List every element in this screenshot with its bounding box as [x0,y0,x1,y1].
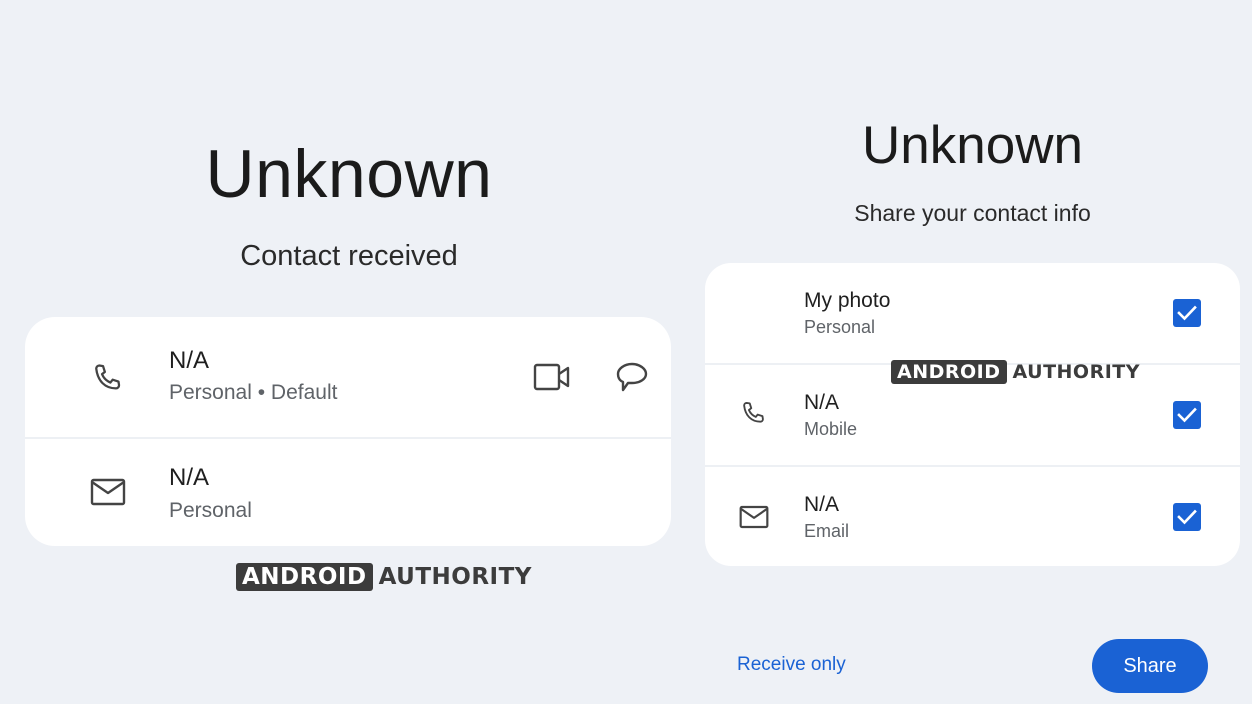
photo-checkbox[interactable] [1173,299,1201,327]
share-item-email[interactable]: N/A Email [705,467,1240,566]
left-contact-subtitle: Contact received [240,240,458,272]
check-icon [1177,509,1197,525]
share-item-my-photo[interactable]: My photo Personal [705,263,1240,363]
email-checkbox[interactable] [1173,503,1201,531]
watermark-boxed-text: ANDROID [236,563,373,591]
message-icon[interactable] [611,357,653,397]
share-button[interactable]: Share [1092,639,1208,693]
share-item-detail: Email [804,521,850,541]
watermark-logo: ANDROID AUTHORITY [891,360,1140,384]
watermark-logo: ANDROID AUTHORITY [236,563,532,591]
email-icon [87,472,129,512]
email-detail: Personal [169,499,252,522]
email-icon [737,501,771,533]
phone-icon [737,398,769,430]
watermark-boxed-text: ANDROID [891,360,1007,384]
left-contact-title: Unknown [205,136,493,212]
phone-icon [87,359,127,399]
share-contact-subtitle: Share your contact info [854,200,1091,226]
share-item-detail: Personal [804,317,876,337]
check-icon [1177,407,1197,423]
watermark-plain-text: AUTHORITY [1012,361,1140,383]
share-item-label: N/A [804,493,840,516]
right-contact-title: Unknown [862,116,1083,175]
receive-only-button[interactable]: Receive only [737,654,846,676]
share-item-label: N/A [804,391,840,414]
phone-checkbox[interactable] [1173,401,1201,429]
phone-value: N/A [169,347,210,374]
email-row[interactable]: N/A Personal [25,439,671,546]
phone-row[interactable]: N/A Personal • Default [25,317,671,437]
share-item-detail: Mobile [804,419,858,439]
watermark-plain-text: AUTHORITY [378,564,532,590]
received-contact-card: N/A Personal • Default N/A Personal [25,317,671,546]
share-item-label: My photo [804,289,891,312]
video-call-icon[interactable] [530,357,574,397]
share-options-card: My photo Personal N/A Mobile N/A Email [705,263,1240,566]
email-value: N/A [169,464,210,491]
check-icon [1177,305,1197,321]
phone-detail: Personal • Default [169,381,338,404]
